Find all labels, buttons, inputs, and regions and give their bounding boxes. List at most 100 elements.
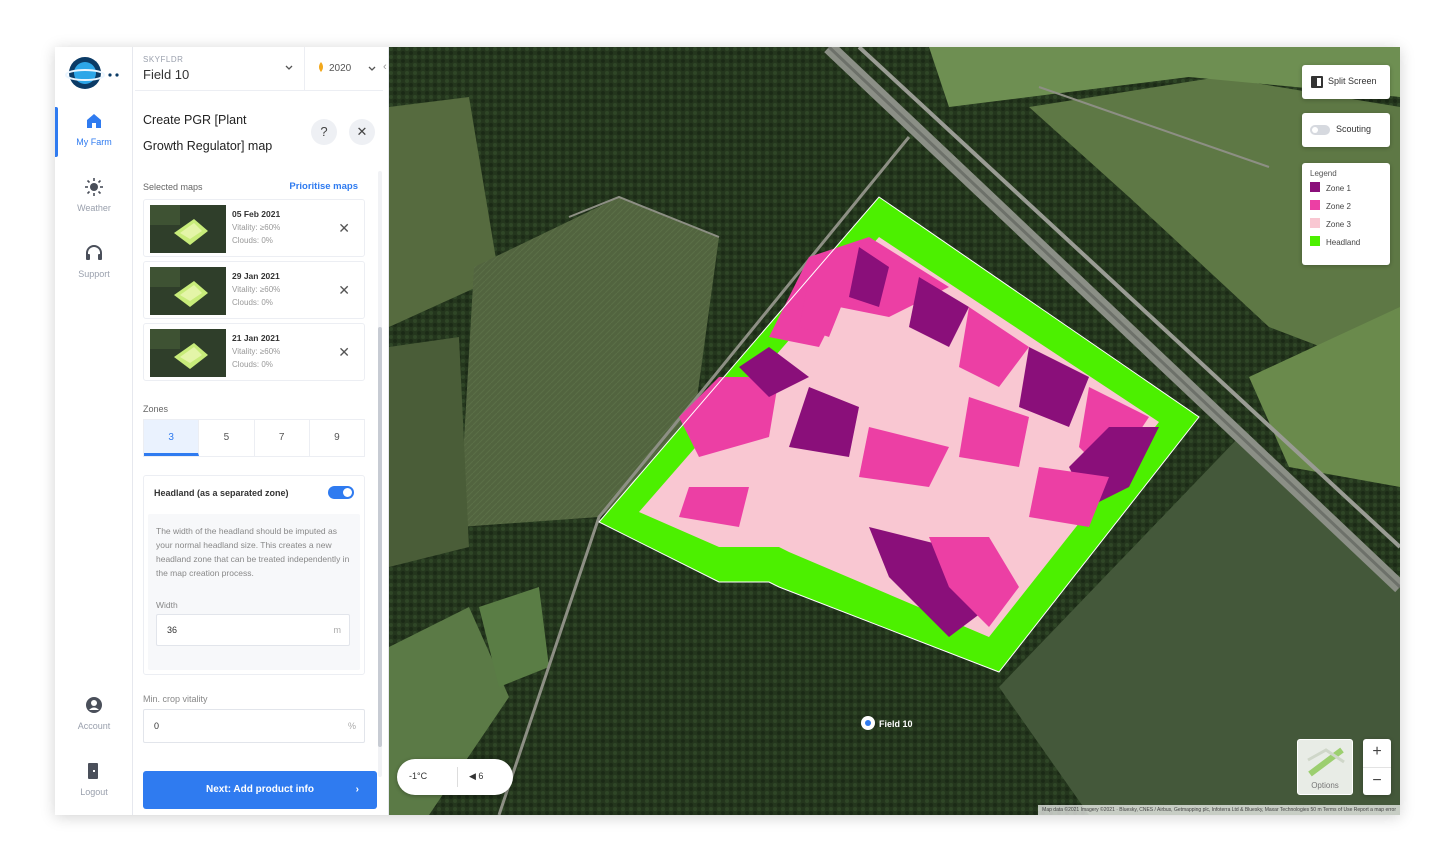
remove-map-button[interactable]: ✕	[338, 344, 350, 361]
headland-section: Headland (as a separated zone) The width…	[143, 475, 365, 675]
panel-title-line: Create PGR [Plant	[143, 113, 247, 127]
weather-temperature: -1°C	[409, 771, 428, 781]
nav-account[interactable]: Account	[55, 687, 133, 743]
field-marker[interactable]: Field 10	[861, 716, 913, 730]
zone-option-5[interactable]: 5	[199, 420, 255, 456]
map-clouds: Clouds: 0%	[232, 298, 273, 307]
sun-icon	[85, 178, 103, 196]
zone-option-9[interactable]: 9	[310, 420, 364, 456]
map-thumbnail	[150, 329, 226, 377]
chevron-down-icon	[368, 66, 376, 71]
next-add-product-info-button[interactable]: Next: Add product info ›	[143, 771, 377, 809]
scouting-switch[interactable]	[1310, 125, 1330, 135]
season-value: 2020	[329, 63, 352, 74]
nav-label: Logout	[80, 787, 108, 797]
headset-icon	[86, 245, 102, 260]
map-date: 05 Feb 2021	[232, 209, 281, 219]
panel-title-line: Growth Regulator] map	[143, 139, 273, 153]
map-legend: Legend Zone 1 Zone 2 Zone 3 Headland	[1302, 163, 1390, 265]
panel-scroll-thumb[interactable]	[378, 327, 382, 747]
legend-item: Zone 2	[1310, 200, 1382, 218]
nav-label: Support	[78, 269, 110, 279]
split-screen-button[interactable]: Split Screen	[1302, 65, 1390, 99]
headland-description: The width of the headland should be impu…	[156, 526, 350, 578]
zone-option-3[interactable]: 3	[144, 420, 200, 456]
nav-support[interactable]: Support	[55, 235, 133, 291]
season-selector[interactable]: 2020	[305, 47, 383, 91]
min-vitality-input[interactable]: 0 %	[143, 709, 365, 743]
zoom-control: + −	[1363, 739, 1391, 795]
zones-label: Zones	[143, 404, 169, 414]
help-button[interactable]: ?	[311, 119, 337, 145]
help-icon: ?	[320, 124, 328, 139]
headland-title: Headland (as a separated zone)	[154, 488, 289, 498]
farm-caption: SKYFLDR	[143, 55, 184, 64]
legend-label: Zone 1	[1326, 184, 1351, 193]
nav-logout[interactable]: Logout	[55, 753, 133, 809]
min-vitality-label: Min. crop vitality	[143, 694, 208, 704]
panel-title: Create PGR [Plant Growth Regulator] map	[143, 107, 313, 159]
nav-label: My Farm	[76, 137, 112, 147]
nav-rail: My Farm Weather Support Account Logout	[55, 47, 133, 815]
remove-map-button[interactable]: ✕	[338, 282, 350, 299]
map-vitality: Vitality: ≥60%	[232, 347, 281, 356]
legend-title: Legend	[1310, 169, 1337, 178]
map-options-button[interactable]: Options	[1297, 739, 1353, 795]
legend-label: Zone 2	[1326, 202, 1351, 211]
selected-maps-label: Selected maps	[143, 182, 203, 192]
zone-option-7[interactable]: 7	[255, 420, 310, 456]
min-vitality-value: 0	[154, 721, 160, 731]
legend-item: Zone 1	[1310, 182, 1382, 200]
home-icon	[87, 114, 101, 128]
next-button-label: Next: Add product info	[206, 784, 314, 795]
scouting-toggle[interactable]: Scouting	[1302, 113, 1390, 147]
zoom-out-button[interactable]: −	[1363, 767, 1391, 795]
width-label: Width	[156, 600, 178, 610]
app-window: My Farm Weather Support Account Logout S…	[55, 47, 1400, 815]
scouting-label: Scouting	[1336, 124, 1372, 134]
map-vitality: Vitality: ≥60%	[232, 223, 281, 232]
chevron-down-icon	[285, 65, 293, 70]
width-unit: m	[333, 625, 342, 635]
satellite-imagery	[389, 47, 1400, 815]
side-panel: SKYFLDR Field 10 2020 ‹ Create PGR [Plan…	[135, 47, 389, 815]
nav-label: Account	[77, 721, 111, 731]
field-name: Field 10	[143, 67, 190, 82]
prioritise-maps-link[interactable]: Prioritise maps	[289, 181, 358, 192]
zones-selector: 3 5 7 9	[143, 419, 365, 457]
map-vitality: Vitality: ≥60%	[232, 285, 281, 294]
remove-map-button[interactable]: ✕	[338, 220, 350, 237]
split-screen-icon	[1311, 76, 1323, 88]
legend-label: Zone 3	[1326, 220, 1351, 229]
map-card[interactable]: 05 Feb 2021 Vitality: ≥60% Clouds: 0% ✕	[143, 199, 365, 257]
logout-icon	[88, 763, 98, 779]
nav-weather[interactable]: Weather	[55, 169, 133, 225]
map-clouds: Clouds: 0%	[232, 360, 273, 369]
weather-divider	[457, 767, 458, 787]
headland-details: The width of the headland should be impu…	[148, 514, 360, 670]
map-clouds: Clouds: 0%	[232, 236, 273, 245]
legend-item: Headland	[1310, 236, 1382, 254]
map-card[interactable]: 21 Jan 2021 Vitality: ≥60% Clouds: 0% ✕	[143, 323, 365, 381]
legend-item: Zone 3	[1310, 218, 1382, 236]
width-input[interactable]: 36 m	[156, 614, 350, 646]
app-logo	[65, 57, 119, 89]
map-view[interactable]: Split Screen Scouting Legend Zone 1 Zone…	[389, 47, 1400, 815]
map-date: 29 Jan 2021	[232, 271, 280, 281]
headland-toggle[interactable]	[328, 486, 354, 499]
nav-label: Weather	[77, 203, 111, 213]
close-button[interactable]: ✕	[349, 119, 375, 145]
split-screen-label: Split Screen	[1328, 76, 1377, 86]
weather-chip[interactable]: -1°C ◀ 6	[397, 759, 513, 795]
chevron-right-icon: ›	[355, 784, 359, 795]
zoom-in-button[interactable]: +	[1363, 739, 1391, 767]
field-marker-label: Field 10	[879, 719, 913, 729]
field-selector[interactable]: SKYFLDR Field 10	[135, 47, 305, 91]
map-card[interactable]: 29 Jan 2021 Vitality: ≥60% Clouds: 0% ✕	[143, 261, 365, 319]
map-thumbnail	[150, 267, 226, 315]
field-pin-icon	[861, 716, 875, 730]
weather-wind: ◀ 6	[469, 771, 484, 781]
map-layers-icon	[1307, 747, 1345, 777]
map-date: 21 Jan 2021	[232, 333, 280, 343]
nav-my-farm[interactable]: My Farm	[55, 103, 133, 159]
